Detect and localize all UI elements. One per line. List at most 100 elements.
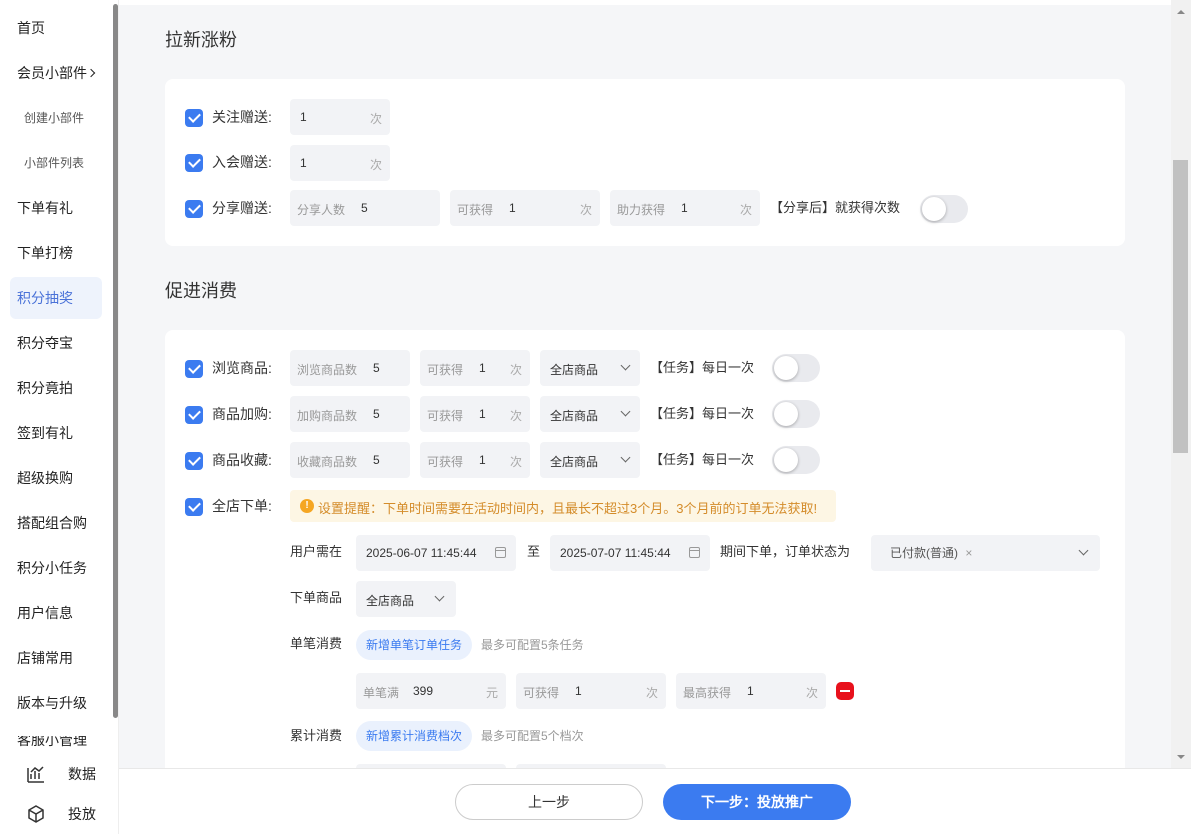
cart-task-toggle[interactable] xyxy=(772,400,820,428)
browse-get-input[interactable]: 可获得 1 次 xyxy=(420,350,530,386)
single-max-placeholder: 最高获得 xyxy=(683,686,732,700)
follow-unit: 次 xyxy=(369,112,382,126)
fav-checkbox[interactable] xyxy=(185,452,203,470)
fav-count-value: 5 xyxy=(373,453,380,467)
share-after-toggle[interactable] xyxy=(920,195,968,223)
cart-get-placeholder: 可获得 xyxy=(427,409,464,423)
join-count-input[interactable]: 1 次 xyxy=(290,145,390,181)
order-cum-hint: 最多可配置5个档次 xyxy=(481,729,584,743)
page-scrollbar[interactable] xyxy=(1171,0,1191,768)
cart-count-input[interactable]: 加购商品数 5 xyxy=(290,396,410,432)
remove-task-icon[interactable] xyxy=(836,682,854,700)
order-checkbox[interactable] xyxy=(185,498,203,516)
scroll-up-icon[interactable] xyxy=(1177,10,1185,14)
follow-checkbox[interactable] xyxy=(185,109,203,127)
share-checkbox[interactable] xyxy=(185,200,203,218)
order-label: 全店下单: xyxy=(212,498,272,514)
section-title-consume: 促进消费 xyxy=(165,281,237,301)
cart-scope-select[interactable]: 全店商品 xyxy=(540,396,640,432)
single-amount-placeholder: 单笔满 xyxy=(363,686,400,700)
browse-label: 浏览商品: xyxy=(212,360,272,376)
cart-task-text: 【任务】每日一次 xyxy=(650,406,755,421)
cart-count-value: 5 xyxy=(373,407,380,421)
cube-icon xyxy=(28,805,44,823)
scrollbar-thumb[interactable] xyxy=(1173,160,1188,453)
single-amount-unit: 元 xyxy=(485,686,498,700)
share-people-placeholder: 分享人数 xyxy=(297,203,346,217)
chevron-down-icon xyxy=(434,591,445,602)
single-get-placeholder: 可获得 xyxy=(523,686,560,700)
browse-get-placeholder: 可获得 xyxy=(427,363,464,377)
fav-get-value: 1 xyxy=(479,453,486,467)
browse-count-input[interactable]: 浏览商品数 5 xyxy=(290,350,410,386)
share-get-placeholder: 可获得 xyxy=(457,203,494,217)
order-end-date[interactable]: 2025-07-07 11:45:44 xyxy=(550,535,710,571)
nav-launch[interactable]: 投放 xyxy=(26,802,96,826)
order-goods-select[interactable]: 全店商品 xyxy=(356,581,456,617)
cart-label: 商品加购: xyxy=(212,406,272,422)
order-status-tag-label: 已付款(普通) xyxy=(890,546,958,560)
share-get-input[interactable]: 可获得 1 次 xyxy=(450,190,600,226)
fav-get-unit: 次 xyxy=(509,455,522,469)
browse-count-placeholder: 浏览商品数 xyxy=(297,363,358,377)
share-assist-unit: 次 xyxy=(739,203,752,217)
browse-get-unit: 次 xyxy=(509,363,522,377)
browse-checkbox[interactable] xyxy=(185,360,203,378)
fav-task-text: 【任务】每日一次 xyxy=(650,452,755,467)
footer-bar: 上一步 下一步：投放推广 xyxy=(119,768,1191,834)
follow-count-input[interactable]: 1 次 xyxy=(290,99,390,135)
share-assist-input[interactable]: 助力获得 1 次 xyxy=(610,190,760,226)
single-get-input[interactable]: 可获得 1 次 xyxy=(516,673,666,709)
browse-task-text: 【任务】每日一次 xyxy=(650,360,755,375)
main-content-layer: 关注赠送: 1 次 入会赠送: 1 次 分享赠送: 分享人数 5 可获得 1 次… xyxy=(0,0,1171,768)
single-get-value: 1 xyxy=(575,684,582,698)
order-status-select[interactable]: 已付款(普通) × xyxy=(871,535,1100,571)
single-amount-value: 399 xyxy=(413,684,434,698)
join-label: 入会赠送: xyxy=(212,154,272,170)
join-unit: 次 xyxy=(369,158,382,172)
order-single-hint: 最多可配置5条任务 xyxy=(481,638,584,652)
share-assist-placeholder: 助力获得 xyxy=(617,203,666,217)
warning-icon: ! xyxy=(300,499,314,513)
single-get-unit: 次 xyxy=(645,686,658,700)
nav-launch-label: 投放 xyxy=(68,806,96,822)
single-amount-input[interactable]: 单笔满 399 元 xyxy=(356,673,506,709)
browse-count-value: 5 xyxy=(373,361,380,375)
share-people-value: 5 xyxy=(361,201,368,215)
chevron-down-icon xyxy=(1078,545,1089,556)
prev-step-button[interactable]: 上一步 xyxy=(455,784,643,820)
share-people-input[interactable]: 分享人数 5 xyxy=(290,190,440,226)
share-get-unit: 次 xyxy=(579,203,592,217)
fav-count-input[interactable]: 收藏商品数 5 xyxy=(290,442,410,478)
single-max-unit: 次 xyxy=(805,686,818,700)
share-assist-value: 1 xyxy=(681,201,688,215)
browse-task-toggle[interactable] xyxy=(772,354,820,382)
cart-scope-value: 全店商品 xyxy=(550,409,599,423)
add-cumulative-tier-button[interactable]: 新增累计消费档次 xyxy=(356,721,472,751)
calendar-icon xyxy=(495,547,506,558)
next-step-button[interactable]: 下一步：投放推广 xyxy=(663,784,851,820)
add-single-order-task-button[interactable]: 新增单笔订单任务 xyxy=(356,630,472,660)
join-count-value: 1 xyxy=(300,156,307,170)
share-get-value: 1 xyxy=(509,201,516,215)
fav-task-toggle[interactable] xyxy=(772,446,820,474)
order-end-value: 2025-07-07 11:45:44 xyxy=(560,546,671,560)
order-warning-alert: ! 设置提醒：下单时间需要在活动时间内，且最长不超过3个月。3个月前的订单无法获… xyxy=(290,490,836,522)
browse-scope-select[interactable]: 全店商品 xyxy=(540,350,640,386)
single-max-input[interactable]: 最高获得 1 次 xyxy=(676,673,826,709)
order-warning-text: 设置提醒：下单时间需要在活动时间内，且最长不超过3个月。3个月前的订单无法获取! xyxy=(318,501,818,516)
fav-scope-select[interactable]: 全店商品 xyxy=(540,442,640,478)
close-icon[interactable]: × xyxy=(965,546,972,560)
order-start-value: 2025-06-07 11:45:44 xyxy=(366,546,477,560)
order-start-date[interactable]: 2025-06-07 11:45:44 xyxy=(356,535,516,571)
cart-get-unit: 次 xyxy=(509,409,522,423)
order-cum-label: 累计消费 xyxy=(290,728,343,743)
cart-checkbox[interactable] xyxy=(185,406,203,424)
browse-get-value: 1 xyxy=(479,361,486,375)
cart-count-placeholder: 加购商品数 xyxy=(297,409,358,423)
join-checkbox[interactable] xyxy=(185,154,203,172)
fav-get-input[interactable]: 可获得 1 次 xyxy=(420,442,530,478)
scroll-down-icon[interactable] xyxy=(1177,755,1185,759)
cart-get-value: 1 xyxy=(479,407,486,421)
cart-get-input[interactable]: 可获得 1 次 xyxy=(420,396,530,432)
